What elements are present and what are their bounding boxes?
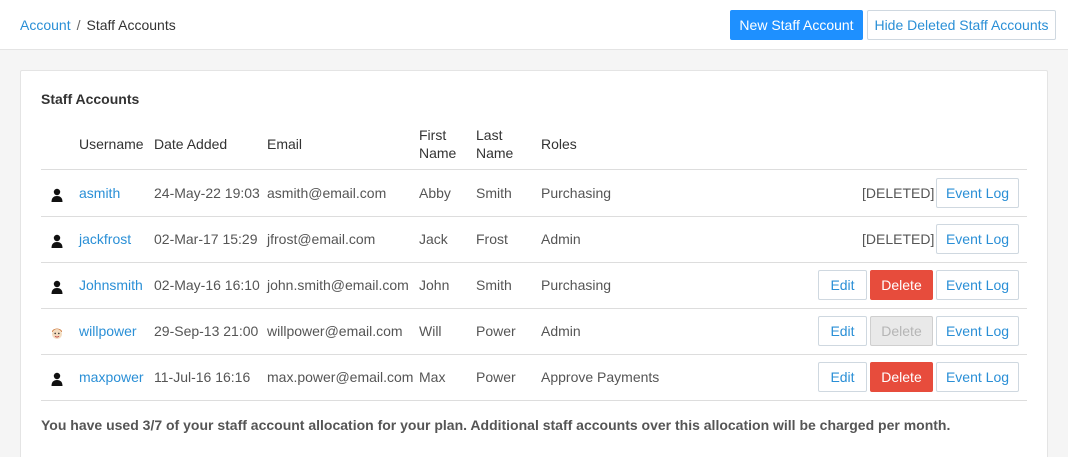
delete-button[interactable]: Delete bbox=[870, 270, 933, 300]
email-cell: willpower@email.com bbox=[267, 323, 403, 339]
first-name-cell: Abby bbox=[419, 185, 451, 201]
username-link[interactable]: willpower bbox=[79, 322, 137, 340]
event-log-button[interactable]: Event Log bbox=[936, 224, 1019, 254]
new-staff-account-button[interactable]: New Staff Account bbox=[730, 10, 863, 40]
date-added-cell: 02-Mar-17 15:29 bbox=[154, 231, 258, 247]
delete-button[interactable]: Delete bbox=[870, 362, 933, 392]
breadcrumb-account-link[interactable]: Account bbox=[20, 17, 71, 33]
date-added-cell: 11-Jul-16 16:16 bbox=[154, 369, 251, 385]
edit-button[interactable]: Edit bbox=[818, 316, 867, 346]
row-divider bbox=[41, 262, 1027, 263]
panel-title: Staff Accounts bbox=[41, 91, 140, 107]
event-log-button[interactable]: Event Log bbox=[936, 316, 1019, 346]
date-added-cell: 02-May-16 16:10 bbox=[154, 277, 260, 293]
last-name-cell: Smith bbox=[476, 277, 512, 293]
event-log-button[interactable]: Event Log bbox=[936, 362, 1019, 392]
event-log-button[interactable]: Event Log bbox=[936, 270, 1019, 300]
header-roles: Roles bbox=[541, 136, 577, 152]
row-divider bbox=[41, 400, 1027, 401]
header-username: Username bbox=[79, 136, 144, 152]
date-added-cell: 24-May-22 19:03 bbox=[154, 185, 260, 201]
breadcrumb-separator: / bbox=[76, 17, 81, 33]
roles-cell: Admin bbox=[541, 323, 581, 339]
first-name-cell: Max bbox=[419, 369, 446, 385]
last-name-cell: Power bbox=[476, 369, 516, 385]
top-bar: Account / Staff Accounts New Staff Account… bbox=[0, 0, 1068, 50]
breadcrumb: Account / Staff Accounts bbox=[20, 16, 176, 34]
header-last-name: Last Name bbox=[476, 126, 513, 162]
first-name-cell: Jack bbox=[419, 231, 448, 247]
edit-button[interactable]: Edit bbox=[818, 362, 867, 392]
user-silhouette-icon bbox=[49, 371, 65, 387]
header-first-name: First Name bbox=[419, 126, 456, 162]
user-silhouette-icon bbox=[49, 233, 65, 249]
last-name-cell: Smith bbox=[476, 185, 512, 201]
username-link[interactable]: Johnsmith bbox=[79, 276, 143, 294]
email-cell: asmith@email.com bbox=[267, 185, 387, 201]
header-date-added: Date Added bbox=[154, 136, 228, 152]
roles-cell: Admin bbox=[541, 231, 581, 247]
deleted-status-label: [DELETED] bbox=[862, 185, 935, 201]
hide-deleted-staff-accounts-button[interactable]: Hide Deleted Staff Accounts bbox=[867, 10, 1056, 40]
roles-cell: Approve Payments bbox=[541, 369, 660, 385]
row-divider bbox=[41, 354, 1027, 355]
header-last-line1: Last bbox=[476, 127, 503, 143]
first-name-cell: John bbox=[419, 277, 450, 293]
delete-button: Delete bbox=[870, 316, 933, 346]
email-cell: max.power@email.com bbox=[267, 369, 414, 385]
cartoon-face-icon bbox=[49, 325, 65, 341]
username-link[interactable]: maxpower bbox=[79, 368, 144, 386]
user-silhouette-icon bbox=[49, 279, 65, 295]
email-cell: john.smith@email.com bbox=[267, 277, 409, 293]
header-first-line1: First bbox=[419, 127, 447, 143]
user-silhouette-icon bbox=[49, 187, 65, 203]
roles-cell: Purchasing bbox=[541, 185, 612, 201]
allocation-note: You have used 3/7 of your staff account … bbox=[41, 417, 951, 433]
edit-button[interactable]: Edit bbox=[818, 270, 867, 300]
email-cell: jfrost@email.com bbox=[267, 231, 376, 247]
event-log-button[interactable]: Event Log bbox=[936, 178, 1019, 208]
header-first-line2: Name bbox=[419, 145, 457, 161]
row-divider bbox=[41, 216, 1027, 217]
roles-cell: Purchasing bbox=[541, 277, 612, 293]
page-title: Staff Accounts bbox=[86, 17, 176, 33]
username-link[interactable]: jackfrost bbox=[79, 230, 131, 248]
header-last-line2: Name bbox=[476, 145, 514, 161]
header-email: Email bbox=[267, 136, 303, 152]
first-name-cell: Will bbox=[419, 323, 442, 339]
staff-accounts-panel: Staff Accounts Username Date Added Email… bbox=[20, 70, 1048, 457]
deleted-status-label: [DELETED] bbox=[862, 231, 935, 247]
header-divider bbox=[41, 169, 1027, 170]
date-added-cell: 29-Sep-13 21:00 bbox=[154, 323, 259, 339]
username-link[interactable]: asmith bbox=[79, 184, 120, 202]
last-name-cell: Frost bbox=[476, 231, 508, 247]
row-divider bbox=[41, 308, 1027, 309]
last-name-cell: Power bbox=[476, 323, 516, 339]
